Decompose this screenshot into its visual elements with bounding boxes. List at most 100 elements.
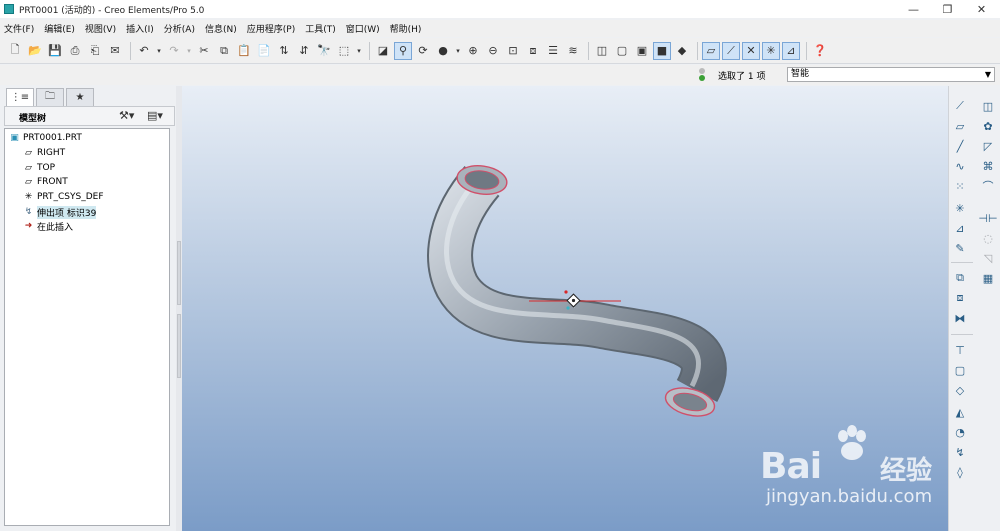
minimize-button[interactable]: — <box>898 0 929 18</box>
tree-item-csys[interactable]: ✳ PRT_CSYS_DEF <box>23 190 104 204</box>
reorient-icon[interactable]: ⧈ <box>524 42 542 60</box>
enhanced-realism-icon[interactable]: ◆ <box>673 42 691 60</box>
trim-icon[interactable]: ◌ <box>980 230 996 246</box>
tree-columns-icon[interactable]: ▤▾ <box>147 109 163 122</box>
shading-icon[interactable]: ■ <box>653 41 671 60</box>
extrude-icon[interactable]: ◭ <box>952 404 968 420</box>
chamfer-icon[interactable]: ◸ <box>980 138 996 154</box>
wireframe-icon[interactable]: ◫ <box>593 42 611 60</box>
pattern-icon[interactable]: ⌘ <box>980 158 996 174</box>
csys-display-icon[interactable]: ✳ <box>762 41 780 60</box>
saved-views-icon[interactable]: ☰ <box>544 42 562 60</box>
zoom-in-icon[interactable]: ⊕ <box>464 42 482 60</box>
pattern-table-icon[interactable]: ▦ <box>980 270 996 286</box>
datum-point-tool-icon[interactable]: ⁙ <box>952 178 968 194</box>
menu-tools[interactable]: 工具(T) <box>305 22 336 35</box>
menu-insert[interactable]: 插入(I) <box>126 22 154 35</box>
select-box-icon[interactable]: ⬚ <box>335 42 353 60</box>
sweep-icon[interactable]: ↯ <box>952 444 968 460</box>
zoom-out-icon[interactable]: ⊖ <box>484 42 502 60</box>
print-icon[interactable]: ⎙ <box>66 42 84 60</box>
tree-settings-icon[interactable]: ⚒▾ <box>119 109 134 122</box>
datum-point-display-icon[interactable]: ✕ <box>742 41 760 60</box>
tree-item-label: 在此插入 <box>37 222 74 233</box>
menu-help[interactable]: 帮助(H) <box>390 22 422 35</box>
open-folder-icon[interactable]: 📂 <box>26 42 44 60</box>
datum-axis-tool-icon[interactable]: ╱ <box>952 138 968 154</box>
email-icon[interactable]: ✉ <box>106 42 124 60</box>
tree-item-insert-here[interactable]: ➜ 在此插入 <box>23 219 73 233</box>
offset-icon[interactable]: ◹ <box>980 250 996 266</box>
hole-icon[interactable]: ◫ <box>980 98 996 114</box>
mirror-icon[interactable]: ⊣⊢ <box>978 210 997 226</box>
tree-item-sweep[interactable]: ↯ 伸出项 标识39 <box>23 205 97 219</box>
menu-edit[interactable]: 编辑(E) <box>44 22 75 35</box>
datum-plane-tool-icon[interactable]: ⟋ <box>952 98 968 114</box>
tab-model-tree[interactable]: ⋮≡ <box>6 88 34 106</box>
close-button[interactable]: ✕ <box>966 0 997 18</box>
rib-icon[interactable]: ◇ <box>952 382 968 398</box>
menu-window[interactable]: 窗口(W) <box>346 22 380 35</box>
splitter-grip[interactable] <box>177 241 181 305</box>
regen-manager-icon[interactable]: ⇵ <box>295 42 313 60</box>
pipe-model[interactable] <box>427 163 727 421</box>
paste-icon[interactable]: 📋 <box>235 42 253 60</box>
menu-file[interactable]: 文件(F) <box>4 22 34 35</box>
appearance-dropdown-icon[interactable]: ▾ <box>454 42 462 60</box>
sketch-tool-icon[interactable]: ✎ <box>952 240 968 256</box>
spin-center-icon[interactable]: ⚲ <box>394 41 412 60</box>
menu-info[interactable]: 信息(N) <box>205 22 237 35</box>
menu-applications[interactable]: 应用程序(P) <box>247 22 295 35</box>
blend-icon[interactable]: ◊ <box>952 464 968 480</box>
maximize-button[interactable]: ❐ <box>932 0 963 18</box>
shell-icon[interactable]: ▢ <box>952 362 968 378</box>
hidden-line-icon[interactable]: ▢ <box>613 42 631 60</box>
menu-analysis[interactable]: 分析(A) <box>164 22 195 35</box>
refit-icon[interactable]: ⊡ <box>504 42 522 60</box>
redo-dropdown-icon[interactable]: ▾ <box>185 42 193 60</box>
selection-filter-dropdown[interactable]: 智能 ▼ <box>787 67 995 82</box>
context-help-icon[interactable]: ❓ <box>811 42 829 60</box>
new-file-icon[interactable]: 🗋 <box>6 42 24 60</box>
cut-icon[interactable]: ✂ <box>195 42 213 60</box>
tree-item-top[interactable]: ▱ TOP <box>23 161 55 175</box>
save-icon[interactable]: 💾 <box>46 42 64 60</box>
regenerate-icon[interactable]: ⇅ <box>275 42 293 60</box>
paste-special-icon[interactable]: 📄 <box>255 42 273 60</box>
undo-dropdown-icon[interactable]: ▾ <box>155 42 163 60</box>
mirror-geom-icon[interactable]: ⧓ <box>952 310 968 326</box>
print-preview-icon[interactable]: ⎗ <box>86 42 104 60</box>
no-hidden-icon[interactable]: ▣ <box>633 42 651 60</box>
draft-icon[interactable]: ⊤ <box>952 342 968 358</box>
annotation-display-icon[interactable]: ⊿ <box>782 41 800 60</box>
tab-favorites[interactable]: ★ <box>66 88 94 106</box>
orient-mode-icon[interactable]: ⟳ <box>414 42 432 60</box>
layers-icon[interactable]: ≋ <box>564 42 582 60</box>
undo-icon[interactable]: ↶ <box>135 42 153 60</box>
datum-curve-icon[interactable]: ∿ <box>952 158 968 174</box>
tree-item-front[interactable]: ▱ FRONT <box>23 175 68 189</box>
round-icon[interactable]: ✿ <box>980 118 996 134</box>
csys-tool-icon[interactable]: ✳ <box>952 200 968 216</box>
copy-icon[interactable]: ⧉ <box>215 42 233 60</box>
redo-icon[interactable]: ↷ <box>165 42 183 60</box>
select-dropdown-icon[interactable]: ▾ <box>355 42 363 60</box>
sketch-plane-icon[interactable]: ▱ <box>952 118 968 134</box>
splitter-grip[interactable] <box>177 314 181 378</box>
repaint-icon[interactable]: ◪ <box>374 42 392 60</box>
paste-feature-icon[interactable]: ⧈ <box>952 290 968 306</box>
tab-folder-browser[interactable]: 🗀 <box>36 88 64 106</box>
toolbar-separator <box>806 41 807 60</box>
copy-feature-icon[interactable]: ⧉ <box>952 270 968 286</box>
tree-item-part[interactable]: ▣ PRT0001.PRT <box>9 131 82 145</box>
datum-plane-display-icon[interactable]: ▱ <box>702 41 720 60</box>
menu-view[interactable]: 视图(V) <box>85 22 116 35</box>
appearance-sphere-icon[interactable]: ● <box>434 42 452 60</box>
datum-axis-display-icon[interactable]: ⟋ <box>722 41 740 60</box>
tree-item-right[interactable]: ▱ RIGHT <box>23 146 65 160</box>
find-icon[interactable]: 🔭 <box>315 42 333 60</box>
main-toolbar: 🗋 📂 💾 ⎙ ⎗ ✉ ↶ ▾ ↷ ▾ ✂ ⧉ 📋 📄 ⇅ ⇵ 🔭 ⬚ ▾ ◪ … <box>0 38 1000 64</box>
analysis-feature-icon[interactable]: ⊿ <box>952 220 968 236</box>
revolve-icon[interactable]: ◔ <box>952 424 968 440</box>
merge-icon[interactable]: ⌒ <box>980 178 996 194</box>
